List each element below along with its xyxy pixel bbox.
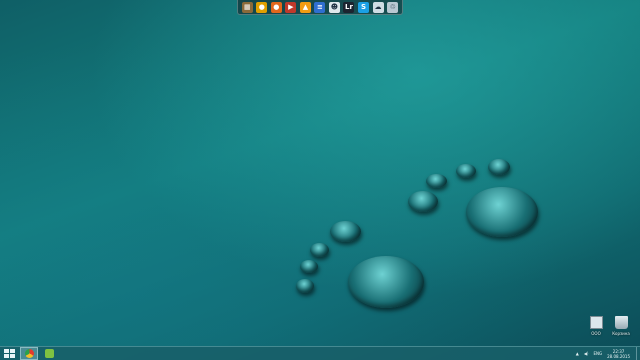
water-drop (348, 256, 424, 308)
water-drop (310, 243, 329, 257)
water-drop (426, 174, 447, 188)
water-drop (300, 260, 318, 273)
skype-icon[interactable]: S (358, 1, 370, 13)
language-indicator[interactable]: ENG (593, 351, 602, 356)
water-drop (488, 159, 510, 175)
clock-date: 28.08.2015 (607, 353, 630, 359)
water-drop (456, 164, 476, 178)
chrome-icon[interactable]: ● (256, 1, 268, 13)
show-desktop-button[interactable] (636, 347, 640, 360)
desktop-icon-label: Корзина (612, 331, 630, 336)
taskbar-app-button[interactable] (40, 347, 58, 360)
chrome-icon (24, 349, 34, 358)
alien-icon[interactable]: ☻ (328, 1, 340, 13)
windows-logo-pane (3, 354, 9, 358)
recycle-bin-icon[interactable]: ♲ (387, 1, 399, 13)
system-tray: ▲ ◀) ENG 22:37 28.08.2015 (576, 347, 640, 360)
windows-logo-pane (9, 349, 15, 353)
taskbar: ▲ ◀) ENG 22:37 28.08.2015 (0, 346, 640, 360)
desktop-wallpaper (0, 0, 640, 360)
clock[interactable]: 22:37 28.08.2015 (607, 349, 630, 359)
cloud-icon[interactable]: ☁ (372, 1, 384, 13)
puzzle-icon (44, 349, 54, 358)
water-drop (466, 187, 538, 237)
firefox-icon[interactable]: ● (270, 1, 282, 13)
recycle-bin-icon (614, 316, 628, 329)
windows-logo-pane (3, 349, 9, 353)
media-player-icon[interactable]: ▶ (285, 1, 297, 13)
desktop-icon-ooo[interactable]: OOO (582, 316, 610, 336)
taskbar-chrome-button[interactable] (20, 347, 38, 360)
water-drop (408, 191, 438, 212)
tray-overflow-icon[interactable]: ▲ (576, 351, 579, 356)
water-drop (296, 279, 314, 293)
volume-icon[interactable]: ◀) (584, 351, 589, 356)
start-button[interactable] (3, 348, 15, 359)
desktop-icon-label: OOO (591, 331, 601, 336)
document-icon (589, 316, 603, 329)
desktop-icon-recycle-bin[interactable]: Корзина (607, 316, 635, 336)
water-drop (330, 221, 361, 242)
app-icon[interactable]: ≡ (314, 1, 326, 13)
top-dock: ▦ ● ● ▶ ▲ ≡ ☻ Lr S ☁ ♲ (237, 0, 403, 15)
archive-icon[interactable]: ▦ (241, 1, 253, 13)
lightroom-icon[interactable]: Lr (343, 1, 355, 13)
vlc-icon[interactable]: ▲ (299, 1, 311, 13)
windows-logo-pane (9, 354, 15, 358)
